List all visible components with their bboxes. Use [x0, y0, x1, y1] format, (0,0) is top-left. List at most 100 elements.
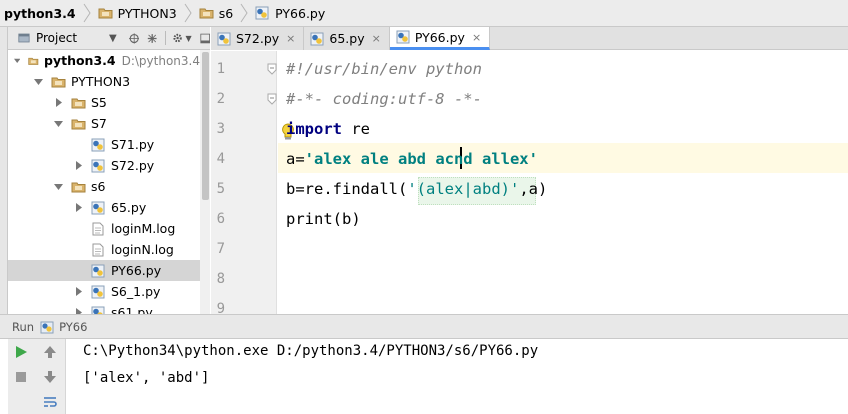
arrow-down-icon[interactable]	[42, 369, 58, 385]
editor-tabs: S72.py × 65.py × PY66.py ×	[211, 27, 848, 50]
project-view-dropdown-icon[interactable]: ▼	[109, 33, 117, 44]
project-icon	[18, 33, 30, 43]
python-file-icon	[396, 30, 410, 44]
breadcrumb-label: python3.4	[4, 5, 76, 21]
code-token: a=	[286, 150, 305, 168]
close-tab-icon[interactable]: ×	[472, 31, 481, 44]
code-token: ,a)	[519, 180, 548, 198]
console-result-line: ['alex', 'abd']	[83, 370, 210, 386]
settings-dropdown-icon[interactable]: ▼	[185, 34, 191, 43]
tree-spacer	[74, 140, 83, 149]
tree-item[interactable]: python3.4 D:\python3.4	[8, 50, 200, 71]
python-file-icon	[91, 138, 105, 151]
expand-arrow-right-icon[interactable]	[74, 161, 83, 170]
expand-arrow-right-icon[interactable]	[54, 98, 63, 107]
python-file-icon	[91, 201, 105, 214]
text-file-icon	[92, 243, 104, 256]
tree-item-label: PY66.py	[111, 263, 162, 278]
hide-panel-icon[interactable]	[200, 32, 210, 45]
run-console-output[interactable]: C:\Python34\python.exe D:/python3.4/PYTH…	[66, 339, 848, 414]
breadcrumb-separator-icon	[83, 3, 91, 23]
tree-item-label: S7	[91, 116, 107, 131]
expand-arrow-down-icon[interactable]	[34, 77, 43, 86]
run-config-name[interactable]: PY66	[59, 320, 87, 334]
tree-item-label: s6	[91, 179, 106, 194]
tree-item[interactable]: S5	[8, 92, 200, 113]
separator	[165, 31, 167, 45]
run-panel-label[interactable]: Run	[12, 320, 34, 334]
stop-icon[interactable]	[13, 369, 29, 385]
breadcrumb-separator-icon	[240, 3, 248, 23]
code-line: b=re.findall('(alex|abd)',a)	[286, 174, 547, 204]
tree-item[interactable]: S72.py	[8, 155, 200, 176]
expand-arrow-down-icon[interactable]	[54, 119, 63, 128]
folder-icon	[71, 182, 86, 192]
breadcrumb-item[interactable]: python3.4	[2, 2, 82, 24]
line-number: 7	[216, 241, 225, 257]
gear-icon[interactable]	[172, 31, 183, 45]
tree-scrollbar[interactable]	[200, 50, 210, 314]
editor-tab-active[interactable]: PY66.py ×	[389, 27, 491, 50]
expand-arrow-right-icon[interactable]	[74, 287, 83, 296]
code-token: re	[342, 120, 370, 138]
tree-item[interactable]: 65.py	[8, 197, 200, 218]
scroll-from-source-icon[interactable]	[128, 32, 140, 45]
collapse-all-icon[interactable]	[147, 32, 157, 45]
python-file-icon	[255, 6, 269, 20]
soft-wrap-icon[interactable]	[42, 394, 58, 410]
tree-item-label: s61.py	[111, 305, 153, 314]
code-token: 'alex ale abd acnd allex'	[304, 150, 538, 168]
tree-item-path: D:\python3.4	[121, 53, 200, 68]
folder-icon	[71, 98, 86, 108]
tree-item[interactable]: loginN.log	[8, 239, 200, 260]
tool-window-strip[interactable]	[0, 27, 8, 314]
editor-tab[interactable]: S72.py ×	[211, 27, 305, 50]
folder-icon	[51, 77, 66, 87]
tree-item-label: python3.4	[44, 53, 116, 68]
code-editor[interactable]: #!/usr/bin/env python #-*- coding:utf-8 -…	[278, 51, 848, 314]
rerun-icon[interactable]	[13, 344, 29, 360]
python-file-icon	[91, 285, 105, 298]
line-number: 3	[216, 121, 225, 137]
editor-gutter[interactable]: 123456789	[211, 51, 277, 317]
close-tab-icon[interactable]: ×	[286, 32, 295, 45]
tree-item-label: 65.py	[111, 200, 147, 215]
breadcrumb-label: PYTHON3	[117, 5, 177, 21]
expand-arrow-right-icon[interactable]	[74, 203, 83, 212]
code-line: #!/usr/bin/env python	[286, 54, 482, 84]
expand-arrow-down-icon[interactable]	[54, 182, 63, 191]
tree-item[interactable]: s6	[8, 176, 200, 197]
editor-tab[interactable]: 65.py ×	[304, 27, 390, 50]
tree-item-label: loginN.log	[111, 242, 174, 257]
python-file-icon	[91, 159, 105, 172]
scrollbar-thumb[interactable]	[202, 52, 209, 200]
tree-item-selected[interactable]: PY66.py	[8, 260, 200, 281]
code-line: import re	[286, 114, 370, 144]
python-file-icon	[91, 306, 105, 314]
tree-item[interactable]: PYTHON3	[8, 71, 200, 92]
console-command-line: C:\Python34\python.exe D:/python3.4/PYTH…	[83, 343, 539, 359]
tree-item[interactable]: S6_1.py	[8, 281, 200, 302]
arrow-up-icon[interactable]	[42, 344, 58, 360]
breadcrumb-label: s6	[218, 5, 234, 21]
line-number: 4	[216, 151, 225, 167]
close-tab-icon[interactable]: ×	[372, 32, 381, 45]
breadcrumb-item[interactable]: s6	[197, 2, 239, 24]
tree-item[interactable]: loginM.log	[8, 218, 200, 239]
python-file-icon	[217, 32, 231, 45]
project-tree[interactable]: python3.4 D:\python3.4 PYTHON3 S5 S7 S71.py S7…	[8, 50, 210, 314]
code-token: print	[286, 210, 333, 228]
breadcrumb-item[interactable]: PY66.py	[253, 2, 331, 24]
code-line: #-*- coding:utf-8 -*-	[286, 84, 482, 114]
tree-item[interactable]: S7	[8, 113, 200, 134]
python-file-icon	[91, 264, 105, 277]
fold-marker-icon[interactable]	[267, 93, 277, 105]
tree-item[interactable]: S71.py	[8, 134, 200, 155]
fold-marker-icon[interactable]	[267, 63, 277, 75]
project-panel-title[interactable]: Project	[36, 31, 77, 45]
breadcrumb-item[interactable]: PYTHON3	[96, 2, 183, 24]
tree-item-label: S71.py	[111, 137, 155, 152]
tree-item[interactable]: s61.py	[8, 302, 200, 314]
expand-arrow-down-icon[interactable]	[14, 56, 21, 65]
editor-tab-label: S72.py	[236, 31, 280, 46]
